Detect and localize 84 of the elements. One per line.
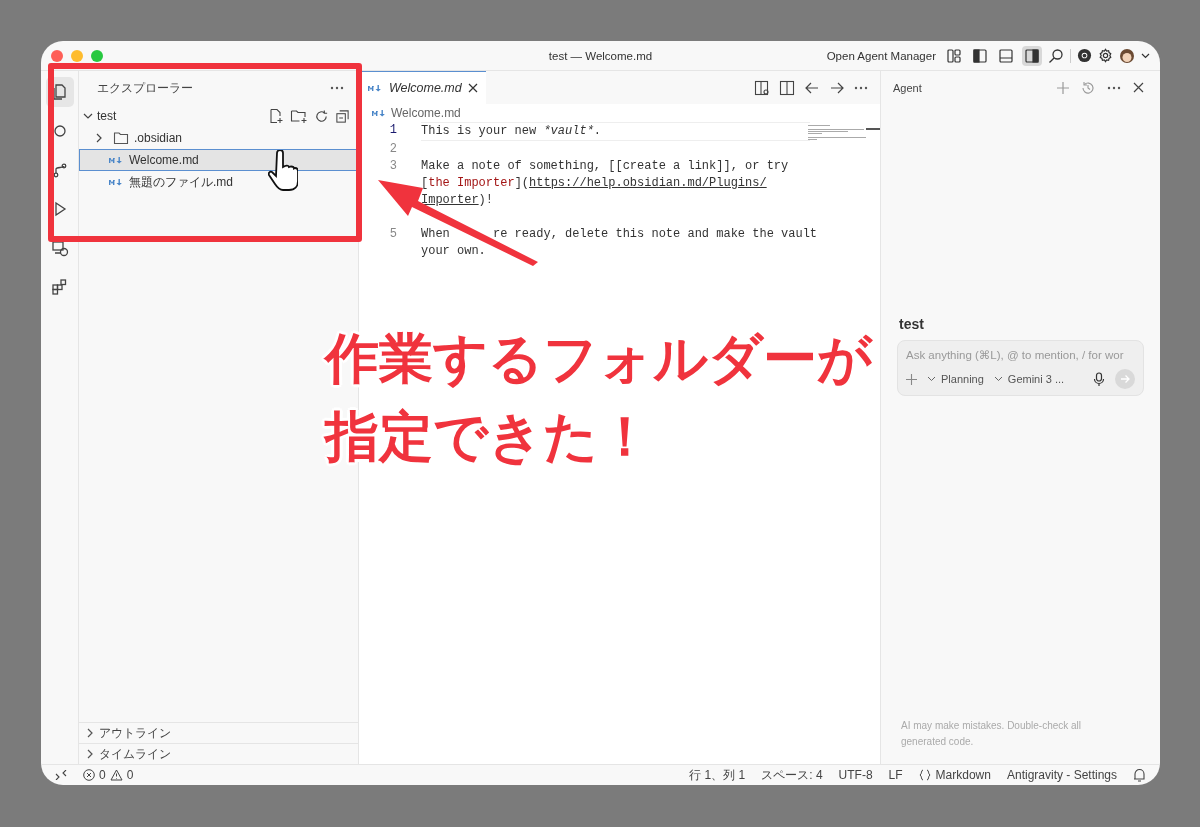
status-item[interactable]: LF bbox=[888, 768, 903, 782]
status-item[interactable]: UTF-8 bbox=[838, 768, 873, 782]
line-number: 5 bbox=[389, 227, 397, 241]
chat-input-box[interactable]: Ask anything (⌘L), @ to mention, / for wor Planning Gemini 3 ... bbox=[897, 340, 1144, 396]
chevron-icon bbox=[85, 728, 95, 738]
language-status[interactable]: Markdown bbox=[935, 768, 991, 782]
chevron-icon[interactable] bbox=[83, 111, 93, 121]
status-item[interactable]: 行 1、列 1 bbox=[689, 766, 746, 784]
panel-header[interactable]: アウトライン bbox=[79, 722, 358, 743]
status-item[interactable]: スペース: 4 bbox=[761, 766, 823, 784]
error-count[interactable]: 0 bbox=[99, 768, 106, 782]
more-icon[interactable] bbox=[1107, 85, 1121, 90]
arrow-right-icon bbox=[1120, 374, 1130, 384]
chevron-icon bbox=[85, 749, 95, 759]
more-icon[interactable] bbox=[854, 85, 868, 90]
model-dropdown[interactable]: Gemini 3 ... bbox=[993, 373, 1065, 385]
panel-header[interactable]: タイムライン bbox=[79, 743, 358, 764]
code-text: re ready, delete this note and make the vault bbox=[493, 227, 818, 241]
window-title: test — Welcome.md bbox=[548, 49, 653, 62]
agent-title: Agent bbox=[893, 81, 922, 94]
close-icon[interactable] bbox=[1133, 82, 1144, 93]
code-text: ]( bbox=[514, 176, 530, 190]
refresh-icon[interactable] bbox=[314, 108, 329, 124]
more-icon[interactable] bbox=[330, 86, 344, 90]
close-icon[interactable] bbox=[467, 83, 478, 93]
code-text: https://help.obsidian.md/Plugins/ bbox=[529, 176, 767, 190]
annotation-caption: 作業するフォルダーが bbox=[325, 327, 872, 390]
microphone-icon[interactable] bbox=[1093, 371, 1105, 387]
browser-icon[interactable] bbox=[1077, 48, 1092, 63]
braces-icon[interactable] bbox=[918, 769, 931, 781]
folder-item[interactable]: .obsidian bbox=[79, 127, 358, 149]
collapse-all-icon[interactable] bbox=[335, 108, 350, 124]
hand-cursor-icon bbox=[268, 150, 298, 194]
extensions-icon bbox=[50, 278, 69, 296]
file-item[interactable]: Welcome.md bbox=[79, 149, 358, 171]
workspace-heading: test bbox=[898, 316, 925, 332]
plus-icon[interactable] bbox=[906, 373, 917, 385]
line-number: 1 bbox=[389, 123, 397, 137]
avatar-icon[interactable] bbox=[1119, 47, 1135, 64]
code-text: This is your new bbox=[421, 124, 538, 138]
breadcrumb[interactable]: Welcome.md bbox=[391, 106, 461, 120]
line-number: 2 bbox=[389, 142, 397, 156]
code-text: . bbox=[593, 124, 602, 138]
warning-count[interactable]: 0 bbox=[126, 768, 134, 782]
chevron-down-icon bbox=[927, 376, 936, 382]
chevron-icon bbox=[94, 133, 104, 143]
disclaimer-text: AI may make mistakes. Double-check all generated code. bbox=[900, 719, 1083, 749]
mode-dropdown[interactable]: Planning bbox=[927, 373, 984, 385]
settings-status[interactable]: Antigravity - Settings bbox=[1006, 768, 1117, 782]
code-text: the Importer bbox=[428, 176, 515, 190]
error-icon[interactable] bbox=[83, 769, 95, 781]
preview-icon[interactable] bbox=[754, 79, 770, 96]
code-text: your own. bbox=[421, 244, 486, 258]
code-text: Importer bbox=[421, 193, 479, 207]
code-text: )! bbox=[478, 193, 493, 207]
code-text: Make a note of something, [[create a link]], or try bbox=[421, 159, 789, 173]
search-icon[interactable] bbox=[1048, 47, 1064, 64]
code-text: When bbox=[421, 227, 450, 241]
agent-manager-button[interactable]: Open Agent Manager bbox=[824, 49, 938, 62]
settings-icon[interactable] bbox=[1098, 48, 1113, 63]
line-number: 3 bbox=[389, 159, 397, 173]
new-folder-icon[interactable] bbox=[290, 108, 308, 124]
chevron-down-icon[interactable] bbox=[1141, 52, 1150, 59]
markdown-icon bbox=[108, 177, 124, 187]
remote-icon[interactable] bbox=[55, 770, 67, 780]
explorer-title: エクスプローラー bbox=[97, 79, 193, 97]
new-file-icon[interactable] bbox=[268, 108, 284, 124]
folder-name[interactable]: test bbox=[97, 109, 117, 123]
secondary-layout-button[interactable] bbox=[1022, 45, 1042, 66]
code-text: *vault* bbox=[543, 124, 594, 138]
markdown-icon bbox=[108, 155, 124, 165]
bell-icon[interactable] bbox=[1133, 768, 1146, 782]
annotation-caption: 指定できた！ bbox=[325, 405, 653, 468]
chevron-down-icon bbox=[993, 376, 1003, 382]
split-editor-icon[interactable] bbox=[779, 79, 795, 96]
code-text: [ bbox=[421, 176, 429, 190]
editor-tab[interactable]: Welcome.md bbox=[359, 71, 486, 104]
folder-icon bbox=[113, 131, 129, 145]
warning-icon[interactable] bbox=[109, 769, 123, 781]
markdown-icon bbox=[371, 108, 387, 118]
remote-icon bbox=[50, 239, 69, 257]
close-button[interactable] bbox=[51, 49, 63, 62]
history-icon[interactable] bbox=[1081, 80, 1095, 95]
markdown-icon bbox=[367, 83, 383, 93]
